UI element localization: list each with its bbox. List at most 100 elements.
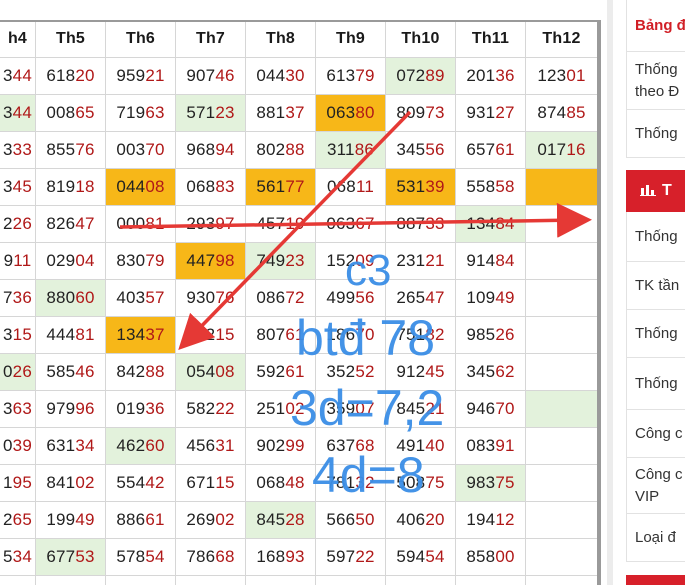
- cell-suffix: 75: [495, 473, 515, 492]
- cell-prefix: 054: [186, 362, 216, 381]
- cell-prefix: 168: [256, 547, 286, 566]
- table-cell: 887 33: [386, 206, 456, 243]
- sidebar-link-tools-vip[interactable]: Công c VIP: [626, 458, 685, 514]
- table-cell: 881 37: [246, 95, 316, 132]
- cell-suffix: 68: [215, 547, 235, 566]
- cell-prefix: 597: [326, 547, 356, 566]
- cell-suffix: 00: [495, 547, 515, 566]
- cell-prefix: 359: [326, 399, 356, 418]
- cell-suffix: 21: [145, 66, 165, 85]
- table-cell: 231 21: [386, 243, 456, 280]
- sidebar-link-frequency[interactable]: TK tần: [626, 262, 685, 310]
- table-cell: 582 22: [176, 391, 246, 428]
- table-cell: 152 09: [316, 243, 386, 280]
- cell-prefix: 068: [326, 177, 356, 196]
- table-cell: 068 83: [176, 169, 246, 206]
- table-cell: 199 49: [36, 502, 106, 539]
- cell-suffix: 88: [285, 140, 305, 159]
- table-cell: 3 44: [0, 58, 36, 95]
- table-cell: [526, 428, 598, 465]
- sidebar-link-stats-5[interactable]: Thống: [626, 358, 685, 410]
- cell-prefix: 5: [3, 547, 13, 566]
- table-cell: 491 40: [386, 428, 456, 465]
- column-header: Th12: [526, 20, 598, 58]
- cell-prefix: 0: [3, 436, 13, 455]
- cell-prefix: 293: [186, 214, 216, 233]
- cell-suffix: 80: [355, 103, 375, 122]
- cell-suffix: 47: [75, 214, 95, 233]
- cell-prefix: 352: [326, 362, 356, 381]
- sidebar-link-types[interactable]: Loại đ: [626, 514, 685, 562]
- table-cell: 592 61: [246, 354, 316, 391]
- cell-suffix: 45: [12, 177, 32, 196]
- table-cell: 201 36: [456, 58, 526, 95]
- sidebar-link-tools-1[interactable]: Công c: [626, 410, 685, 458]
- cell-suffix: 15: [215, 473, 235, 492]
- cell-suffix: 84: [495, 251, 515, 270]
- cell-prefix: 063: [326, 103, 356, 122]
- sidebar-link-stats-3[interactable]: Thống: [626, 212, 685, 262]
- table-cell: 88050: [456, 576, 526, 585]
- sidebar-link-stats-2[interactable]: Thống: [626, 110, 685, 158]
- cell-suffix: 89: [425, 66, 445, 85]
- cell-suffix: 79: [355, 66, 375, 85]
- cell-prefix: 902: [256, 436, 286, 455]
- cell-suffix: 21: [425, 251, 445, 270]
- table-cell: 914 84: [456, 243, 526, 280]
- cell-prefix: 008: [46, 103, 76, 122]
- cell-prefix: 406: [396, 510, 426, 529]
- cell-prefix: 802: [256, 140, 286, 159]
- cell-suffix: 65: [12, 510, 32, 529]
- cell-prefix: 578: [116, 547, 146, 566]
- cell-prefix: 311: [326, 140, 355, 159]
- cell-prefix: 786: [186, 547, 216, 566]
- table-cell: 98097: [176, 576, 246, 585]
- cell-prefix: 457: [256, 214, 286, 233]
- cell-suffix: 56: [425, 140, 445, 159]
- table-cell: 886 61: [106, 502, 176, 539]
- cell-prefix: 637: [326, 436, 356, 455]
- table-cell: 578 54: [106, 539, 176, 576]
- sidebar-section-title[interactable]: Bảng đ: [626, 0, 685, 52]
- table-cell: 902 99: [246, 428, 316, 465]
- cell-suffix: 02: [215, 510, 235, 529]
- cell-prefix: 068: [256, 473, 286, 492]
- page-scrollbar[interactable]: [607, 0, 613, 585]
- cell-prefix: 447: [186, 251, 216, 270]
- cell-prefix: 462: [116, 436, 146, 455]
- table-cell: [526, 206, 598, 243]
- cell-suffix: 77: [285, 177, 305, 196]
- cell-prefix: 631: [46, 436, 76, 455]
- cell-suffix: 83: [215, 177, 235, 196]
- cell-prefix: 983: [466, 473, 496, 492]
- table-cell: 457 19: [246, 206, 316, 243]
- cell-suffix: 36: [145, 399, 165, 418]
- sidebar-link-stats-4[interactable]: Thống: [626, 310, 685, 358]
- table-cell: 3 45: [0, 169, 36, 206]
- cell-prefix: 719: [116, 103, 146, 122]
- cell-prefix: 841: [46, 473, 76, 492]
- cell-suffix: 48: [285, 473, 305, 492]
- cell-prefix: 083: [466, 436, 496, 455]
- cell-suffix: 70: [355, 325, 375, 344]
- cell-prefix: 807: [256, 325, 286, 344]
- table-cell: [526, 354, 598, 391]
- table-cell: 594 54: [386, 539, 456, 576]
- table-cell: 749 23: [246, 243, 316, 280]
- cell-suffix: 79: [145, 251, 165, 270]
- cell-prefix: 554: [116, 473, 146, 492]
- cell-suffix: 11: [355, 177, 375, 196]
- cell-suffix: 27: [495, 103, 515, 122]
- table-cell: 561 77: [246, 169, 316, 206]
- sidebar-link-label: VIP: [635, 487, 660, 505]
- sidebar-link-stats-1[interactable]: Thống theo Đ: [626, 52, 685, 110]
- cell-prefix: 946: [466, 399, 496, 418]
- cell-prefix: 582: [186, 399, 216, 418]
- table-cell: 99956: [36, 576, 106, 585]
- table-cell: 044 30: [246, 58, 316, 95]
- table-cell: ...: [0, 576, 36, 585]
- table-cell: 311 86: [316, 132, 386, 169]
- cell-prefix: 561: [256, 177, 286, 196]
- cell-prefix: 571: [186, 103, 216, 122]
- table-cell: 2 26: [0, 206, 36, 243]
